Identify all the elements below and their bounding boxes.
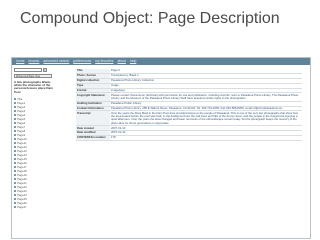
nav-preferences-link[interactable]: preferences (73, 58, 91, 65)
search-input[interactable] (14, 68, 42, 72)
view-select[interactable]: Whole Item/Page View (14, 73, 52, 78)
bullet-icon (14, 146, 16, 148)
bullet-icon (14, 182, 16, 184)
search-button[interactable] (43, 68, 47, 72)
bullet-icon (14, 162, 16, 164)
slide-title: Compound Object: Page Description (20, 10, 280, 27)
metadata-table: Title Page 6 Photo. Source Transparency, Bl… (76, 68, 302, 141)
nav-browse-link[interactable]: browse (28, 58, 39, 65)
metadata-row: CONTENTdm number 178 (76, 135, 302, 141)
nav-home-link[interactable]: home (16, 58, 24, 65)
metadata-row: Copyright Statement Please contact Tessa … (76, 92, 302, 102)
nav-help-link[interactable]: help (130, 58, 136, 65)
metadata-value: Over the years the Rose Bowl in the Dam … (110, 110, 302, 127)
bullet-icon (14, 110, 16, 112)
bullet-icon (14, 206, 16, 208)
page-list: Title Page1 Page2 Page3 Page4 Page5 Page6 Page7… (14, 97, 60, 209)
nav-about-link[interactable]: about (117, 58, 126, 65)
metadata-label: Copyright Statement (76, 92, 110, 102)
bullet-icon (14, 134, 16, 136)
bullet-icon (14, 202, 16, 204)
bullet-icon (14, 126, 16, 128)
bullet-icon (14, 158, 16, 160)
bullet-icon (14, 118, 16, 120)
top-navigation: home browse advanced search preferences … (12, 58, 310, 65)
metadata-label: CONTENTdm number (76, 135, 110, 141)
metadata-label: Transcript (76, 110, 110, 127)
nav-my-favorites-link[interactable]: my favorites (95, 58, 113, 65)
search-row (14, 68, 60, 72)
bullet-icon (14, 186, 16, 188)
bullet-icon (14, 198, 16, 200)
bullet-icon (14, 122, 16, 124)
bullet-icon (14, 174, 16, 176)
bullet-icon (14, 102, 16, 104)
bullet-icon (14, 166, 16, 168)
item-description: A few photographs Black-white the charac… (14, 79, 53, 94)
bullet-icon (14, 114, 16, 116)
page-list-item[interactable]: Page27 (14, 205, 60, 209)
bullet-icon (14, 130, 16, 132)
bullet-icon (14, 150, 16, 152)
metadata-value: 178 (110, 135, 302, 141)
screenshot-frame: home browse advanced search preferences … (11, 57, 311, 239)
bullet-icon (14, 106, 16, 108)
metadata-value: Please contact Tessa Gunn (archivist) wi… (110, 92, 302, 102)
bullet-icon (14, 138, 16, 140)
bullet-icon (14, 194, 16, 196)
bullet-icon (14, 190, 16, 192)
bullet-icon (14, 170, 16, 172)
bullet-icon (14, 142, 16, 144)
bullet-icon (14, 154, 16, 156)
bullet-icon (14, 98, 16, 100)
bullet-icon (14, 178, 16, 180)
page-list-label: Page27 (17, 205, 27, 210)
metadata-row: Transcript Over the years the Rose Bowl i… (76, 110, 302, 127)
left-sidebar: Whole Item/Page View A few photographs B… (14, 68, 60, 236)
nav-advanced-search-link[interactable]: advanced search (43, 58, 69, 65)
